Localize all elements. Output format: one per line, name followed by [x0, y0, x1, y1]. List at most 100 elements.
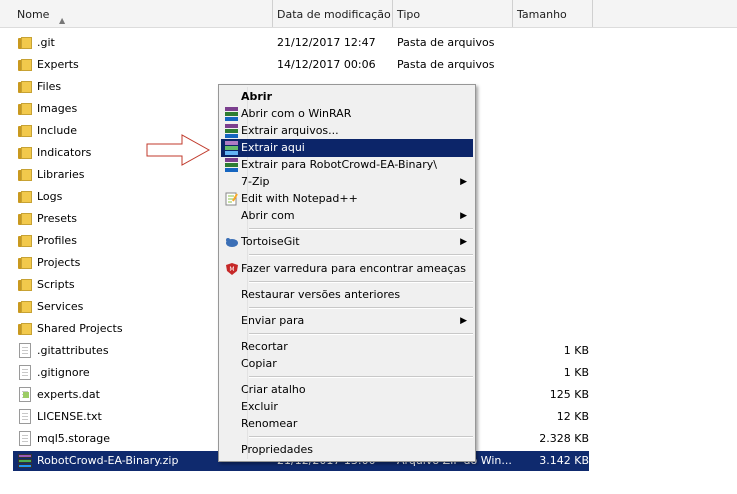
- folder-icon: [18, 36, 32, 49]
- winrar-extract-to-icon: [225, 158, 238, 172]
- menu-item-cut-label: Recortar: [241, 340, 288, 353]
- menu-item-properties[interactable]: Propriedades: [221, 441, 473, 459]
- file-size: 125 KB: [549, 388, 589, 401]
- file-name: Images: [37, 102, 78, 115]
- menu-item-tortoisegit-label: TortoiseGit: [241, 235, 300, 248]
- column-header-name-label: Nome: [17, 8, 50, 21]
- file-name: Projects: [37, 256, 81, 269]
- folder-icon: [18, 256, 32, 269]
- menu-item-send-to[interactable]: Enviar para ▶: [221, 312, 473, 330]
- file-size: [519, 209, 589, 229]
- file-row[interactable]: .git 21/12/2017 12:47 Pasta de arquivos: [13, 33, 589, 53]
- tortoisegit-icon: [225, 235, 238, 249]
- menu-item-extract-here-label: Extrair aqui: [241, 141, 305, 154]
- menu-item-extract-files-label: Extrair arquivos...: [241, 124, 339, 137]
- file-name: .gitignore: [37, 366, 90, 379]
- annotation-arrow-icon: [146, 134, 211, 166]
- file-size: [519, 55, 589, 75]
- file-size: [519, 121, 589, 141]
- file-name: Services: [37, 300, 84, 313]
- menu-item-cut[interactable]: Recortar: [221, 338, 473, 356]
- menu-item-open-winrar-label: Abrir com o WinRAR: [241, 107, 352, 120]
- folder-icon: [18, 278, 32, 291]
- menu-item-restore-versions-label: Restaurar versões anteriores: [241, 288, 401, 301]
- document-icon: [19, 365, 31, 380]
- column-header-type[interactable]: Tipo: [393, 0, 513, 27]
- column-header-date-label: Data de modificação: [277, 8, 391, 21]
- menu-item-open-with[interactable]: Abrir com ▶: [221, 207, 473, 225]
- menu-separator: [249, 228, 473, 230]
- file-size: [519, 77, 589, 97]
- winrar-extract-icon: [225, 124, 238, 138]
- column-header-size[interactable]: Tamanho: [513, 0, 593, 27]
- file-name: Libraries: [37, 168, 85, 181]
- submenu-arrow-icon: ▶: [460, 211, 467, 221]
- winrar-icon: [225, 107, 238, 121]
- file-size: 1 KB: [563, 366, 589, 379]
- menu-separator: [249, 333, 473, 335]
- file-name: Indicators: [37, 146, 92, 159]
- menu-item-open[interactable]: Abrir: [221, 88, 473, 106]
- file-name: Scripts: [37, 278, 75, 291]
- menu-item-open-with-label: Abrir com: [241, 209, 295, 222]
- sort-ascending-icon: ▲: [59, 16, 66, 25]
- file-name: Logs: [37, 190, 63, 203]
- file-name: Experts: [37, 58, 79, 71]
- menu-item-notepad[interactable]: Edit with Notepad++: [221, 190, 473, 208]
- menu-item-notepad-label: Edit with Notepad++: [241, 192, 358, 205]
- notepad-plus-plus-icon: [225, 192, 238, 206]
- menu-item-extract-to[interactable]: Extrair para RobotCrowd-EA-Binary\: [221, 156, 473, 174]
- menu-item-copy-label: Copiar: [241, 357, 277, 370]
- file-name: Files: [37, 80, 62, 93]
- menu-item-scan-threats-label: Fazer varredura para encontrar ameaças: [241, 262, 467, 275]
- context-menu: Abrir Abrir com o WinRAR Extrair arquivo…: [218, 84, 476, 462]
- menu-item-rename[interactable]: Renomear: [221, 415, 473, 433]
- column-header-name[interactable]: Nome ▲: [13, 0, 273, 27]
- menu-item-create-shortcut[interactable]: Criar atalho: [221, 381, 473, 399]
- file-size: [519, 275, 589, 295]
- menu-item-7zip[interactable]: 7-Zip ▶: [221, 173, 473, 191]
- column-header-date[interactable]: Data de modificação: [273, 0, 393, 27]
- submenu-arrow-icon: ▶: [460, 316, 467, 326]
- menu-item-restore-versions[interactable]: Restaurar versões anteriores: [221, 286, 473, 304]
- file-name: Presets: [37, 212, 78, 225]
- file-size: 3.142 KB: [539, 454, 589, 467]
- column-header-bar: Nome ▲ Data de modificação Tipo Tamanho: [0, 0, 737, 28]
- file-size: [519, 165, 589, 185]
- file-name: Profiles: [37, 234, 77, 247]
- menu-item-properties-label: Propriedades: [241, 443, 313, 456]
- file-size: [519, 253, 589, 273]
- menu-item-rename-label: Renomear: [241, 417, 298, 430]
- folder-icon: [18, 80, 32, 93]
- folder-icon: [18, 58, 32, 71]
- menu-separator: [249, 307, 473, 309]
- file-size: 1 KB: [563, 344, 589, 357]
- menu-item-copy[interactable]: Copiar: [221, 355, 473, 373]
- menu-separator: [249, 254, 473, 256]
- column-header-size-label: Tamanho: [517, 8, 567, 21]
- menu-item-tortoisegit[interactable]: TortoiseGit ▶: [221, 233, 473, 251]
- menu-item-send-to-label: Enviar para: [241, 314, 305, 327]
- file-date: 14/12/2017 00:06: [277, 58, 376, 71]
- folder-icon: [18, 102, 32, 115]
- menu-item-extract-to-label: Extrair para RobotCrowd-EA-Binary\: [241, 158, 438, 171]
- folder-icon: [18, 300, 32, 313]
- file-row[interactable]: Experts 14/12/2017 00:06 Pasta de arquivos: [13, 55, 589, 75]
- menu-item-open-winrar[interactable]: Abrir com o WinRAR: [221, 105, 473, 123]
- file-size: [519, 319, 589, 339]
- file-size: 12 KB: [556, 410, 589, 423]
- document-icon: [19, 409, 31, 424]
- folder-icon: [18, 190, 32, 203]
- file-size: [519, 33, 589, 53]
- menu-item-scan-threats[interactable]: M Fazer varredura para encontrar ameaças: [221, 260, 473, 278]
- file-size: [519, 231, 589, 251]
- menu-separator: [249, 376, 473, 378]
- menu-item-extract-files[interactable]: Extrair arquivos...: [221, 122, 473, 140]
- winrar-extract-here-icon: [225, 141, 238, 155]
- menu-item-extract-here[interactable]: Extrair aqui: [221, 139, 473, 157]
- antivirus-shield-icon: M: [225, 262, 238, 276]
- menu-item-7zip-label: 7-Zip: [241, 175, 270, 188]
- document-icon: [19, 431, 31, 446]
- winrar-archive-icon: [18, 454, 32, 468]
- menu-item-delete[interactable]: Excluir: [221, 398, 473, 416]
